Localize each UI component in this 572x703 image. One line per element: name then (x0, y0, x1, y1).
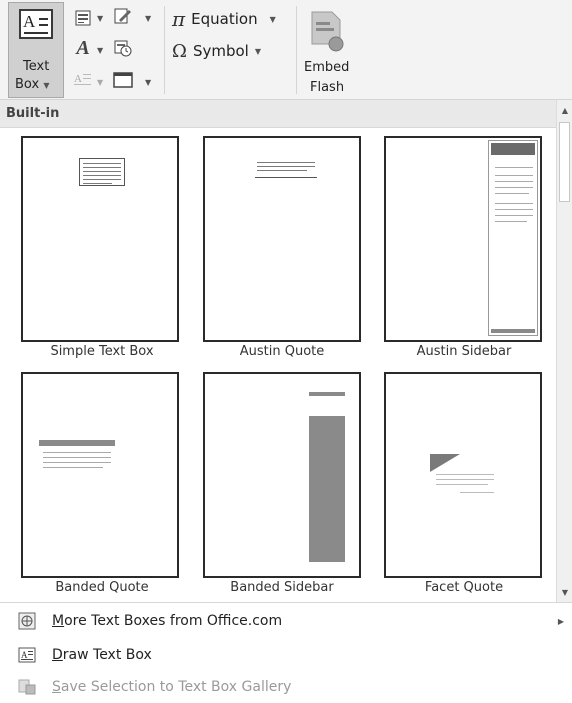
thumb-sidebar (488, 140, 538, 336)
drop-cap-dropdown-icon[interactable]: ▼ (97, 78, 103, 87)
thumb-banded-quote (39, 440, 115, 480)
gallery-item-banded-sidebar[interactable] (203, 372, 361, 578)
omega-icon: Ω (172, 40, 187, 62)
symbol-dropdown-icon: ▼ (254, 46, 261, 56)
gallery-item-label: Austin Quote (239, 344, 325, 359)
ribbon: A Text Box ▼ ▼ ▼ A ▼ A ▼ ▼ π Equation ▼ … (0, 0, 572, 100)
gallery-item-label: Simple Text Box (50, 344, 154, 359)
svg-text:A: A (74, 73, 82, 85)
signature-dropdown-icon[interactable]: ▼ (145, 14, 151, 23)
thumb-facet-quote (430, 454, 500, 498)
thumb-banded-sidebar (309, 392, 345, 562)
svg-text:A: A (21, 650, 28, 660)
pi-icon: π (172, 7, 186, 31)
text-box-label-line2: Box ▼ (15, 77, 50, 92)
gallery-item-label: Facet Quote (424, 580, 504, 595)
more-text-boxes-menu-item[interactable]: More Text Boxes from Office.com ▶ (0, 607, 572, 635)
text-box-gallery: Built-in Simple Text Box Austin Quote Au… (0, 100, 572, 602)
quick-parts-dropdown-icon[interactable]: ▼ (97, 14, 103, 23)
equation-button[interactable]: π Equation ▼ (172, 7, 276, 31)
menu-item-label: More Text Boxes from Office.com (52, 613, 283, 629)
gallery-item-facet-quote[interactable] (384, 372, 542, 578)
category-header: Built-in (0, 100, 556, 128)
gallery-item-label: Banded Quote (55, 580, 149, 595)
embed-flash-label-line2: Flash (310, 80, 345, 95)
embed-flash-button[interactable]: Embed Flash (300, 2, 360, 98)
scroll-up-icon[interactable]: ▲ (557, 102, 572, 118)
embed-flash-label-line1: Embed (304, 60, 350, 75)
text-box-icon: A (19, 9, 53, 39)
gallery-item-label: Banded Sidebar (230, 580, 334, 595)
flash-icon (311, 11, 344, 52)
text-box-icon: A (16, 645, 38, 665)
globe-icon (16, 611, 38, 631)
gallery-item-label: Austin Sidebar (416, 344, 512, 359)
menu-item-label: Draw Text Box (52, 647, 152, 663)
menu-item-label: Save Selection to Text Box Gallery (52, 679, 292, 695)
thumb-text-box (79, 158, 125, 186)
object-icon[interactable] (112, 70, 134, 90)
gallery-item-simple-text-box[interactable] (21, 136, 179, 342)
quick-parts-icon[interactable] (72, 8, 94, 28)
gallery-item-banded-quote[interactable] (21, 372, 179, 578)
text-box-label-line1: Text (23, 59, 50, 74)
wordart-dropdown-icon[interactable]: ▼ (97, 46, 103, 55)
ribbon-separator (164, 6, 165, 94)
scrollbar-thumb[interactable] (559, 122, 570, 202)
signature-line-icon[interactable] (112, 6, 134, 26)
gallery-menu: More Text Boxes from Office.com ▶ A Draw… (0, 602, 572, 703)
date-time-icon[interactable] (112, 38, 134, 58)
equation-label: Equation (191, 10, 258, 28)
drop-cap-icon[interactable]: A (72, 70, 94, 90)
ribbon-separator (296, 6, 297, 94)
equation-dropdown-icon: ▼ (269, 14, 276, 24)
submenu-arrow-icon: ▶ (557, 616, 564, 626)
save-selection-menu-item: Save Selection to Text Box Gallery (0, 673, 572, 701)
object-dropdown-icon[interactable]: ▼ (145, 78, 151, 87)
gallery-item-austin-sidebar[interactable] (384, 136, 542, 342)
gallery-scrollbar[interactable]: ▲ ▼ (556, 100, 572, 602)
text-box-button[interactable]: A Text Box ▼ (8, 2, 64, 98)
draw-text-box-menu-item[interactable]: A Draw Text Box (0, 641, 572, 669)
symbol-button[interactable]: Ω Symbol ▼ (172, 40, 261, 62)
wordart-icon[interactable]: A (72, 37, 94, 59)
scroll-down-icon[interactable]: ▼ (557, 584, 572, 600)
save-selection-icon (16, 677, 38, 697)
thumb-quote (255, 158, 317, 178)
gallery-item-austin-quote[interactable] (203, 136, 361, 342)
symbol-label: Symbol (192, 42, 249, 60)
dropdown-arrow-icon: ▼ (43, 81, 50, 90)
